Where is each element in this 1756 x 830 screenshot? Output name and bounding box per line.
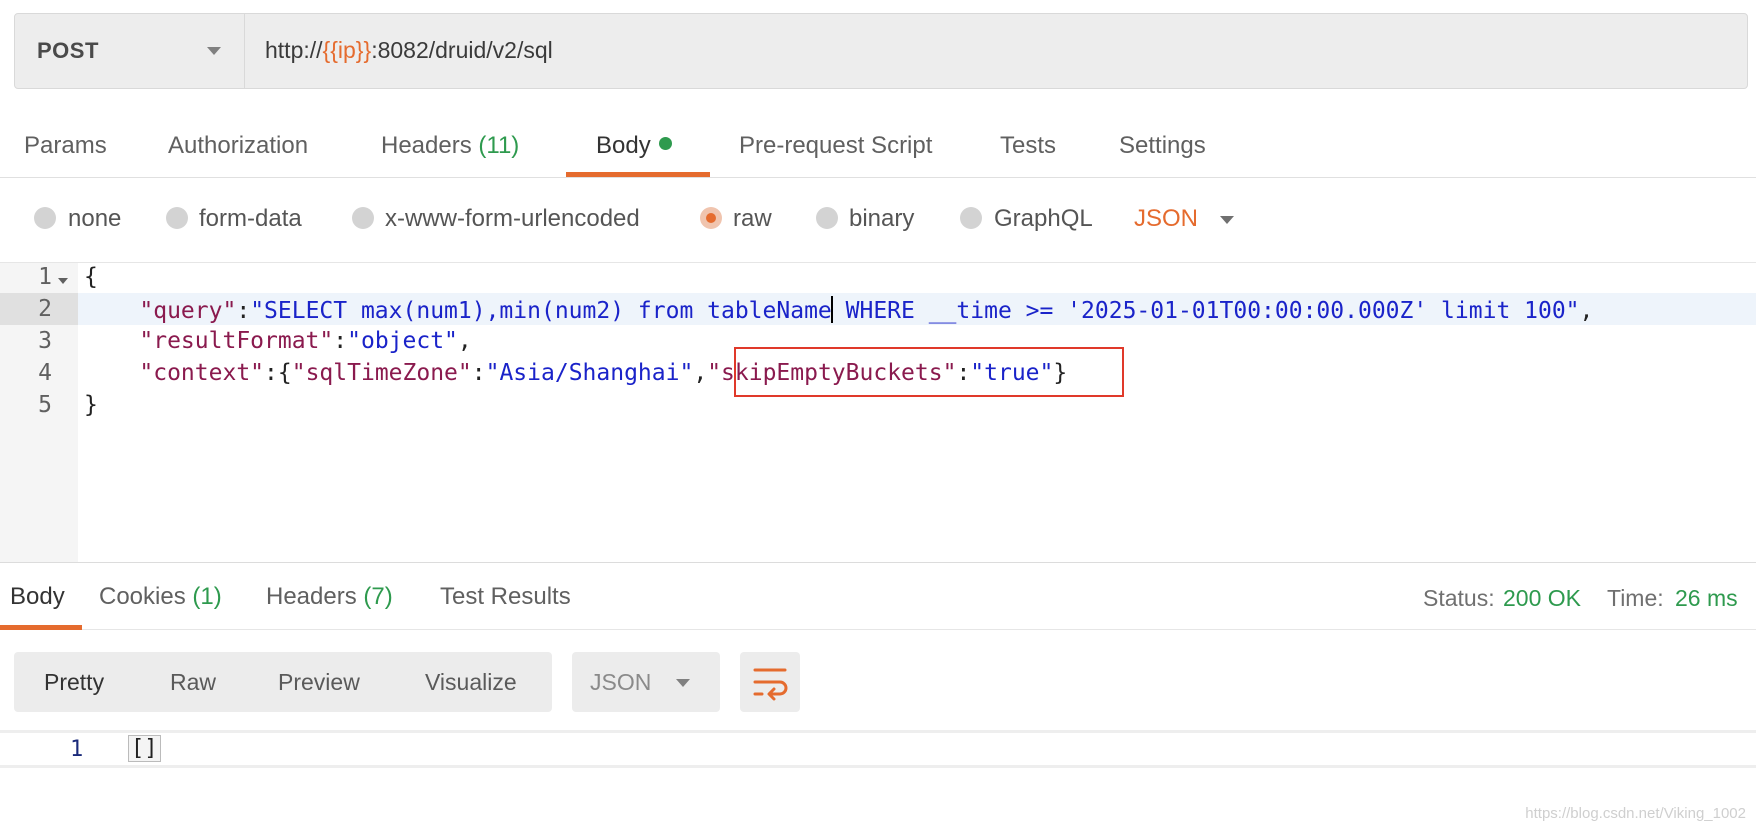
tab-headers-label: Headers [381,132,472,159]
tab-body[interactable]: Body [596,132,672,160]
view-preview-button[interactable]: Preview [278,669,360,696]
tab-cookies[interactable]: Cookies (1) [99,583,222,611]
response-content: [] [128,735,161,762]
line-number: 5 [38,392,52,418]
radio-binary-label[interactable]: binary [849,205,914,233]
tab-tests[interactable]: Tests [1000,132,1056,160]
language-select[interactable]: JSON [1134,205,1198,233]
code-line: } [84,392,98,418]
method-select[interactable]: POST [15,14,245,88]
code-line: "resultFormat":"object", [139,328,472,354]
response-tabs: Body Cookies (1) Headers (7) Test Result… [0,562,1756,630]
response-body-viewer[interactable]: 1 [] [0,730,1756,768]
request-body-editor[interactable]: 1 2 3 4 5 { "query":"SELECT max(num1),mi… [0,262,1756,563]
url-suffix: :8082/druid/v2/sql [371,37,553,63]
tab-response-headers-label: Headers [266,583,357,610]
view-raw-button[interactable]: Raw [170,669,216,696]
method-label: POST [37,38,99,63]
radio-raw-label[interactable]: raw [733,205,772,233]
tab-headers-count: (11) [478,132,520,159]
tab-authorization[interactable]: Authorization [168,132,308,160]
status-value: 200 OK [1503,585,1581,611]
response-format-select[interactable]: JSON [572,652,720,712]
line-number: 3 [38,328,52,354]
tab-response-headers[interactable]: Headers (7) [266,583,393,611]
request-tabs: Params Authorization Headers (11) Body P… [0,112,1756,178]
url-prefix: http:// [265,37,323,63]
body-modified-dot-icon [658,137,672,150]
chevron-down-icon[interactable] [1220,216,1234,224]
radio-graphql[interactable] [960,207,982,229]
tab-headers[interactable]: Headers (11) [381,132,519,160]
radio-urlencoded-label[interactable]: x-www-form-urlencoded [385,205,640,233]
code-line: { [84,264,98,290]
radio-raw[interactable] [700,207,722,229]
tab-settings[interactable]: Settings [1119,132,1206,160]
tab-pre-request-script[interactable]: Pre-request Script [739,132,932,160]
tab-cookies-label: Cookies [99,583,186,610]
format-label: JSON [590,669,652,695]
wrap-lines-button[interactable] [740,652,800,712]
radio-urlencoded[interactable] [352,207,374,229]
line-number: 1 [38,264,52,290]
tab-test-results[interactable]: Test Results [440,583,571,611]
url-input[interactable]: http://{{ip}}:8082/druid/v2/sql [265,37,553,64]
time-label: Time: [1607,585,1664,611]
tab-body-label: Body [596,132,651,159]
active-tab-indicator [0,625,82,630]
active-tab-indicator [566,172,710,177]
wrap-lines-icon [753,668,788,701]
time-value: 26 ms [1675,585,1738,611]
tab-cookies-count: (1) [192,583,222,610]
radio-binary[interactable] [816,207,838,229]
line-number: 1 [70,737,84,762]
radio-none[interactable] [34,207,56,229]
tab-response-headers-count: (7) [363,583,393,610]
watermark: https://blog.csdn.net/Viking_1002 [1525,805,1746,822]
code-line: "query":"SELECT max(num1),min(num2) from… [139,296,1594,324]
tab-response-body[interactable]: Body [10,583,65,611]
view-visualize-button[interactable]: Visualize [425,669,517,696]
chevron-down-icon [207,47,221,55]
tab-params[interactable]: Params [24,132,107,160]
chevron-down-icon [676,679,690,687]
response-view-modes: Pretty Raw Preview Visualize [14,652,552,712]
line-number: 2 [38,296,52,322]
line-number: 4 [38,360,52,386]
radio-none-label[interactable]: none [68,205,121,233]
radio-form-data-label[interactable]: form-data [199,205,302,233]
fold-arrow-icon[interactable] [58,278,68,284]
view-pretty-button[interactable]: Pretty [44,669,104,696]
annotation-highlight-box [734,347,1124,397]
url-variable: {{ip}} [322,37,372,63]
status-label: Status: [1423,585,1495,611]
radio-graphql-label[interactable]: GraphQL [994,205,1093,233]
radio-form-data[interactable] [166,207,188,229]
request-url-bar: POST http://{{ip}}:8082/druid/v2/sql [14,13,1748,89]
